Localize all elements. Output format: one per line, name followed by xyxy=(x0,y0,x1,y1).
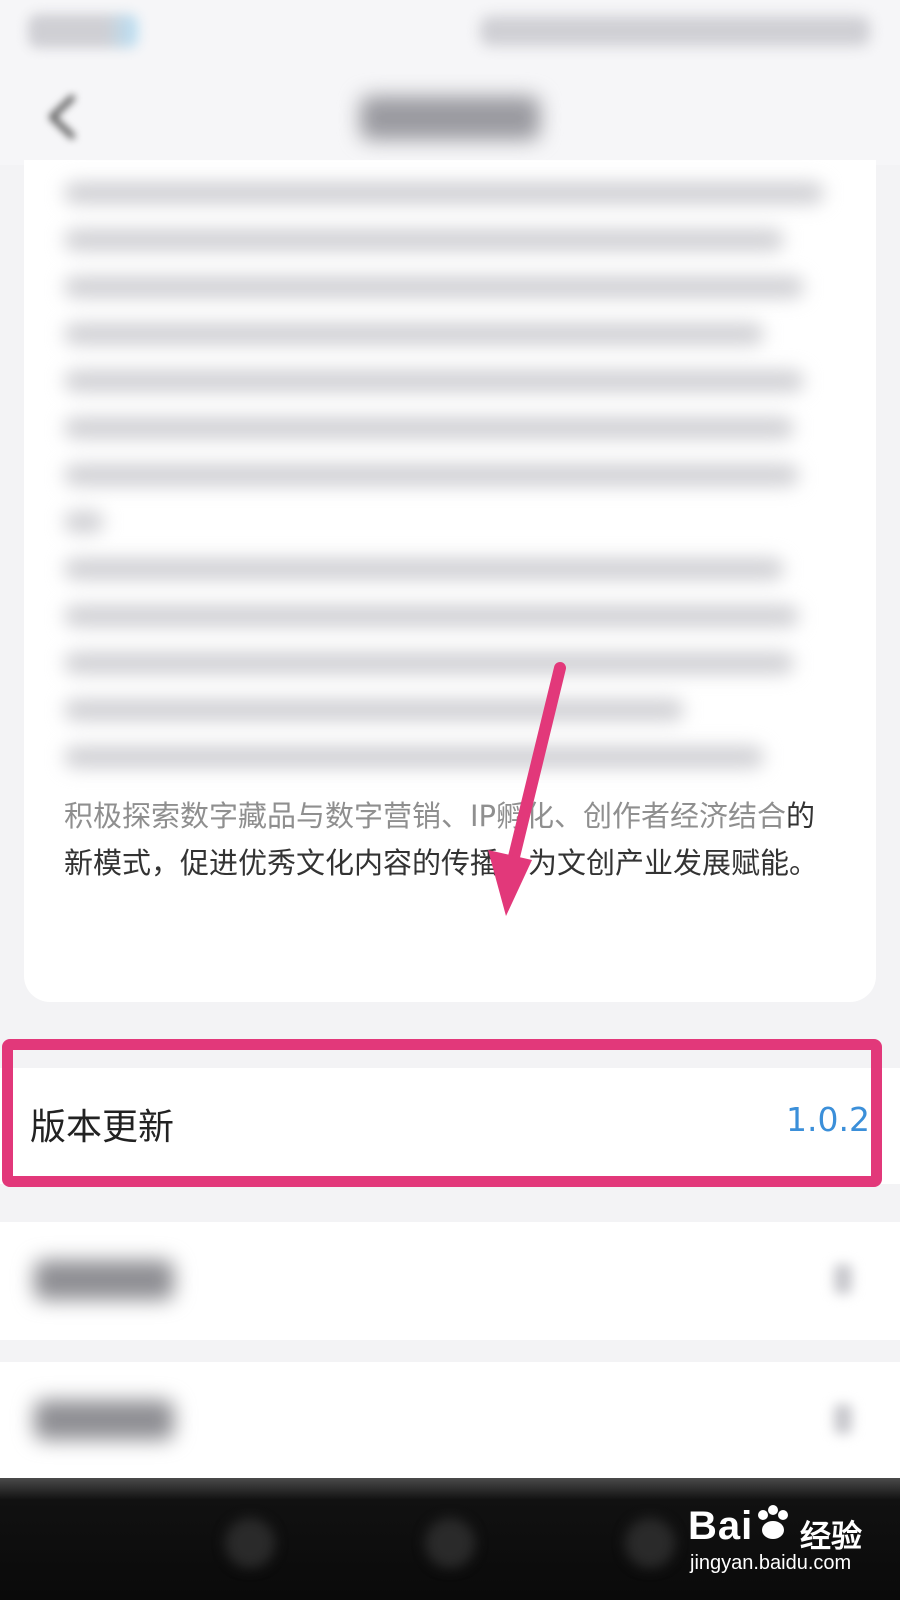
page-title-blurred xyxy=(360,96,540,140)
status-bar-icons-blurred xyxy=(480,16,870,46)
watermark-logo: Bai xyxy=(688,1503,793,1549)
status-bar xyxy=(0,0,900,70)
nav-back-button[interactable] xyxy=(225,1518,275,1568)
back-icon[interactable] xyxy=(42,92,82,142)
paw-icon xyxy=(758,1505,789,1539)
settings-row-blurred-2[interactable] xyxy=(0,1362,900,1480)
chevron-right-icon xyxy=(834,1264,852,1294)
watermark-cn: 经验 xyxy=(800,1519,862,1555)
blurred-description-text xyxy=(64,182,844,793)
about-card: 积极探索数字藏品与数字营销、IP孵化、创作者经济结合的新模式，促进优秀文化内容的… xyxy=(24,160,876,1002)
highlight-box-annotation xyxy=(2,1039,882,1187)
settings-row-blurred-1[interactable] xyxy=(0,1222,900,1340)
nav-recents-button[interactable] xyxy=(625,1518,675,1568)
row-label-blurred xyxy=(34,1400,174,1440)
watermark-url: jingyan.baidu.com xyxy=(690,1552,852,1574)
row-label-blurred xyxy=(34,1260,174,1300)
description-line-faded: 积极探索数字藏品与数字营销、IP孵化、创作者经济结合 xyxy=(64,799,787,833)
nav-home-button[interactable] xyxy=(425,1518,475,1568)
nav-bar xyxy=(0,70,900,165)
about-description: 积极探索数字藏品与数字营销、IP孵化、创作者经济结合的新模式，促进优秀文化内容的… xyxy=(64,793,844,887)
chevron-right-icon xyxy=(834,1404,852,1434)
status-bar-left-blurred xyxy=(28,14,138,48)
